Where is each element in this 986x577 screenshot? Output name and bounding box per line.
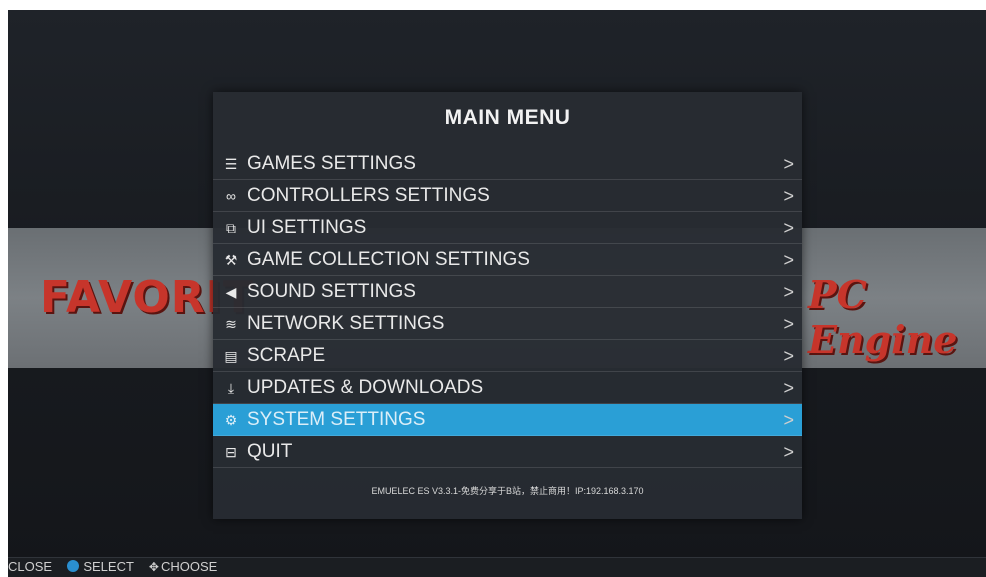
chevron-right-icon: > bbox=[783, 154, 794, 174]
chevron-right-icon: > bbox=[783, 410, 794, 430]
menu-item-game-collection-settings[interactable]: ⚒ GAME COLLECTION SETTINGS > bbox=[213, 244, 802, 276]
help-choose-label: CHOOSE bbox=[160, 559, 218, 574]
menu-item-updates-downloads[interactable]: ⤓ UPDATES & DOWNLOADS > bbox=[213, 372, 802, 404]
download-icon: ⤓ bbox=[227, 380, 235, 396]
main-menu: MAIN MENU ☰ GAMES SETTINGS > ∞ CONTROLLERS… bbox=[213, 92, 802, 519]
scrape-icon: ▤ bbox=[224, 348, 238, 364]
menu-item-scrape[interactable]: ▤ SCRAPE > bbox=[213, 340, 802, 372]
chevron-right-icon: > bbox=[783, 346, 794, 366]
menu-item-label: QUIT bbox=[247, 441, 293, 462]
gamepad-icon: ∞ bbox=[226, 188, 236, 204]
menu-item-label: GAMES SETTINGS bbox=[247, 153, 416, 174]
chevron-right-icon: > bbox=[783, 314, 794, 334]
wrench-icon: ⚒ bbox=[224, 252, 238, 268]
chevron-right-icon: > bbox=[783, 186, 794, 206]
a-button-icon bbox=[67, 560, 80, 572]
chevron-right-icon: > bbox=[783, 218, 794, 238]
help-bar: CLOSE SELECT ✥ CHOOSE bbox=[8, 557, 986, 577]
menu-item-label: UI SETTINGS bbox=[247, 217, 367, 238]
screen: FAVORIT PC Engine MAIN MENU ☰ GAMES SETTI… bbox=[8, 10, 986, 577]
quit-icon: ⊟ bbox=[225, 444, 237, 460]
dpad-icon: ✥ bbox=[148, 560, 159, 574]
sliders-icon: ☰ bbox=[224, 156, 238, 172]
menu-item-ui-settings[interactable]: ⧉ UI SETTINGS > bbox=[213, 212, 802, 244]
version-footer: EMUELEC ES V3.3.1-免费分享于B站，禁止商用！IP:192.16… bbox=[371, 486, 644, 496]
menu-item-label: UPDATES & DOWNLOADS bbox=[247, 377, 484, 398]
chevron-right-icon: > bbox=[783, 282, 794, 302]
menu-item-label: NETWORK SETTINGS bbox=[247, 313, 445, 334]
menu-item-controllers-settings[interactable]: ∞ CONTROLLERS SETTINGS > bbox=[213, 180, 802, 212]
chevron-right-icon: > bbox=[783, 442, 794, 462]
wifi-icon: ≋ bbox=[225, 316, 237, 332]
menu-item-label: GAME COLLECTION SETTINGS bbox=[247, 249, 530, 270]
ui-icon: ⧉ bbox=[226, 220, 236, 236]
menu-item-label: CONTROLLERS SETTINGS bbox=[247, 185, 490, 206]
menu-item-games-settings[interactable]: ☰ GAMES SETTINGS > bbox=[213, 148, 802, 180]
help-select-label: SELECT bbox=[83, 559, 134, 574]
menu-item-quit[interactable]: ⊟ QUIT > bbox=[213, 436, 802, 468]
menu-item-system-settings[interactable]: ⚙ SYSTEM SETTINGS > bbox=[213, 404, 802, 436]
help-close-label: CLOSE bbox=[8, 559, 53, 574]
pc-engine-logo: PC Engine bbox=[808, 272, 958, 362]
speaker-icon: ◀ bbox=[225, 284, 237, 300]
chevron-right-icon: > bbox=[783, 250, 794, 270]
menu-title: MAIN MENU bbox=[444, 106, 571, 129]
menu-item-label: SYSTEM SETTINGS bbox=[247, 409, 426, 430]
menu-items: ☰ GAMES SETTINGS > ∞ CONTROLLERS SETTINGS … bbox=[213, 148, 802, 468]
menu-item-sound-settings[interactable]: ◀ SOUND SETTINGS > bbox=[213, 276, 802, 308]
system-icon: ⚙ bbox=[224, 412, 238, 428]
menu-item-label: SOUND SETTINGS bbox=[247, 281, 416, 302]
menu-item-network-settings[interactable]: ≋ NETWORK SETTINGS > bbox=[213, 308, 802, 340]
menu-item-label: SCRAPE bbox=[247, 345, 326, 366]
help-prompts: CLOSE SELECT ✥ CHOOSE bbox=[8, 559, 217, 574]
chevron-right-icon: > bbox=[783, 378, 794, 398]
